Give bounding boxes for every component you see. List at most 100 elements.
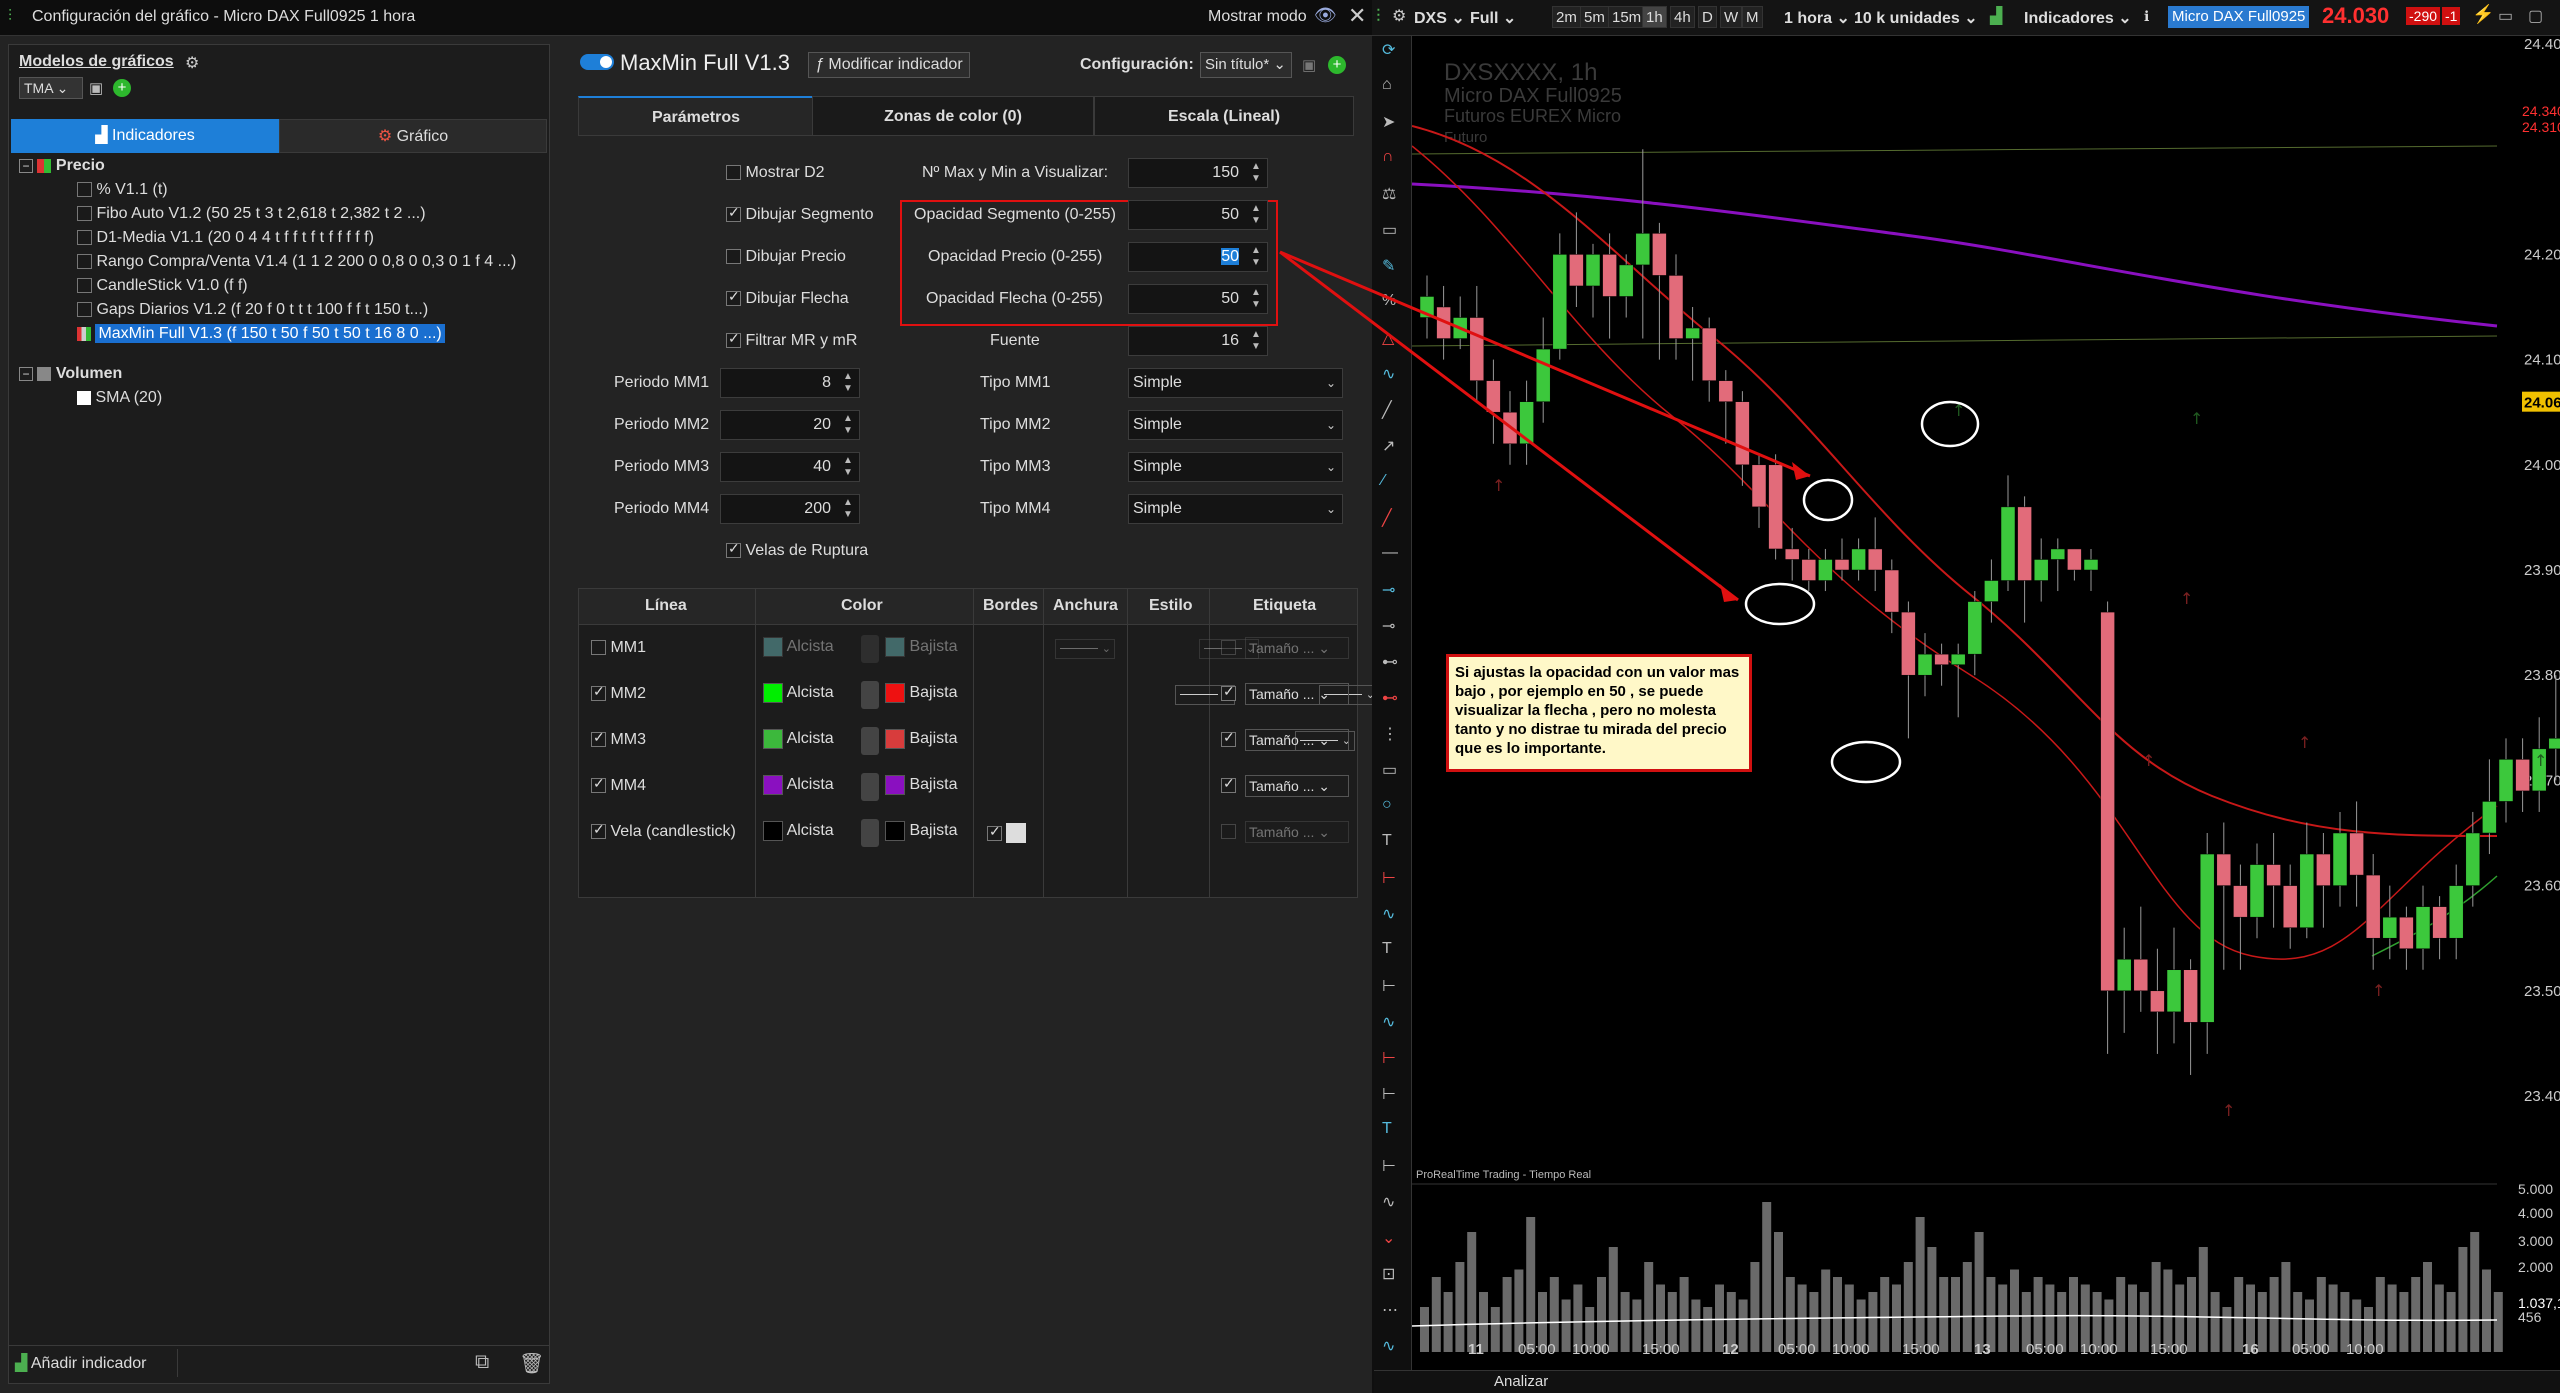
draw-tool-icon[interactable]: ▭ [1382,760,1397,780]
link-icon[interactable] [861,727,879,755]
label-size-select[interactable]: Tamaño ... ⌄ [1245,775,1349,797]
label-checkbox[interactable] [1221,823,1236,841]
color-down[interactable]: Bajista [885,683,957,703]
draw-tool-icon[interactable]: ⊷ [1382,688,1398,708]
show-d2-checkbox[interactable]: Mostrar D2 [726,164,825,182]
draw-tool-icon[interactable]: ⊸ [1382,616,1395,636]
draw-tool-icon[interactable]: — [1382,544,1398,562]
line-row-label[interactable]: MM4 [591,775,646,795]
tree-item-selected[interactable]: MaxMin Full V1.3 (f 150 t 50 f 50 t 50 t… [77,323,445,345]
timeframe-M[interactable]: M [1742,6,1763,28]
draw-tool-icon[interactable]: ⊢ [1382,868,1396,888]
line-row-label[interactable]: MM2 [591,683,646,703]
breakout-candles-checkbox[interactable]: Velas de Ruptura [726,540,868,560]
tab-chart[interactable]: ⚙ Gráfico [279,119,547,153]
binoculars-icon[interactable]: 👁 [1314,5,1337,26]
draw-arrow-checkbox[interactable]: Dibujar Flecha [726,288,849,308]
tree-item[interactable]: CandleStick V1.0 (f f) [77,275,248,297]
tree-node-price[interactable]: − Precio [19,155,105,177]
draw-tool-icon[interactable]: ⊢ [1382,1048,1396,1068]
color-down[interactable]: Bajista [885,821,957,841]
draw-tool-icon[interactable]: ⋯ [1382,1300,1398,1320]
settings-icon[interactable]: ⚙ [1392,6,1406,26]
color-down[interactable]: Bajista [885,775,957,795]
draw-tool-icon[interactable]: ⋮ [1382,724,1398,744]
draw-tool-icon[interactable]: ⟳ [1382,40,1395,60]
line-row-label[interactable]: Vela (candlestick) [591,821,736,841]
tmm4-select[interactable]: Simple ⌄ [1128,494,1343,524]
opacity-arrow-stepper[interactable]: 50 ▲ ▼ [1128,284,1268,314]
wrench-icon[interactable]: ⚙ [185,53,199,73]
draw-tool-icon[interactable]: T [1382,1120,1392,1138]
border-checkbox[interactable] [987,823,1027,843]
link-icon[interactable] [861,773,879,801]
minimize-icon[interactable]: ▭ [2498,6,2513,26]
draw-tool-icon[interactable]: ⊢ [1382,976,1396,996]
mode-select[interactable]: Full ⌄ [1470,8,1516,28]
info-icon[interactable]: ℹ [2144,8,2149,25]
period-select[interactable]: 1 hora ⌄ [1784,8,1850,28]
draw-tool-icon[interactable]: ∿ [1382,1336,1395,1356]
timeframe-4h[interactable]: 4h [1670,6,1695,28]
mm3-stepper[interactable]: 40 ▲ ▼ [720,452,860,482]
tmm3-select[interactable]: Simple ⌄ [1128,452,1343,482]
link-icon[interactable] [861,681,879,709]
draw-tool-icon[interactable]: ▭ [1382,220,1397,240]
draw-segment-checkbox[interactable]: Dibujar Segmento [726,204,874,224]
font-stepper[interactable]: 16 ▲ ▼ [1128,326,1268,356]
tree-item[interactable]: Rango Compra/Venta V1.4 (1 1 2 200 0 0,8… [77,251,516,273]
lightning-icon[interactable]: ⚡ [2472,4,2494,25]
show-mode-label[interactable]: Mostrar modo [1208,8,1307,26]
line-row-label[interactable]: MM3 [591,729,646,749]
mm1-stepper[interactable]: 8 ▲ ▼ [720,368,860,398]
draw-tool-icon[interactable]: ∿ [1382,904,1395,924]
draw-tool-icon[interactable]: ⊷ [1382,652,1398,672]
draw-tool-icon[interactable]: ⊸ [1382,580,1395,600]
label-size-select[interactable]: Tamaño ... ⌄ [1245,821,1349,843]
draw-tool-icon[interactable]: ○ [1382,796,1392,814]
units-select[interactable]: 10 k unidades ⌄ [1854,8,1978,28]
draw-tool-icon[interactable]: ∿ [1382,364,1395,384]
draw-tool-icon[interactable]: ⚖ [1382,184,1396,204]
tree-item[interactable]: % V1.1 (t) [77,179,168,201]
indicators-button[interactable]: Indicadores ⌄ [2024,8,2132,28]
draw-tool-icon[interactable]: ➤ [1382,112,1395,132]
trash-icon[interactable]: 🗑 [519,1351,544,1376]
color-down[interactable]: Bajista [885,729,957,749]
tmm2-select[interactable]: Simple ⌄ [1128,410,1343,440]
label-size-select[interactable]: Tamaño ... ⌄ [1245,637,1349,659]
link-icon[interactable] [861,819,879,847]
draw-tool-icon[interactable]: ∿ [1382,1012,1395,1032]
draw-tool-icon[interactable]: ╱ [1382,508,1392,528]
models-select[interactable]: TMA ⌄ [19,77,83,99]
draw-tool-icon[interactable]: ∩ [1382,148,1394,166]
timeframe-W[interactable]: W [1720,6,1743,28]
save-config-icon[interactable]: ▣ [1302,56,1316,74]
width-select[interactable]: ⌄ [1055,639,1115,659]
timeframe-5m[interactable]: 5m [1580,6,1609,28]
mm4-stepper[interactable]: 200 ▲ ▼ [720,494,860,524]
opacity-price-stepper[interactable]: 50 ▲ ▼ [1128,242,1268,272]
label-checkbox[interactable] [1221,775,1236,795]
tree-item[interactable]: Fibo Auto V1.2 (50 25 t 3 t 2,618 t 2,38… [77,203,426,225]
mm2-stepper[interactable]: 20 ▲ ▼ [720,410,860,440]
label-size-select[interactable]: Tamaño ... ⌄ [1245,683,1349,705]
draw-tool-icon[interactable]: ╱ [1382,400,1392,420]
timeframe-15m[interactable]: 15m [1608,6,1646,28]
tab-parameters[interactable]: Parámetros [578,96,814,136]
draw-price-checkbox[interactable]: Dibujar Precio [726,248,846,266]
opacity-segment-stepper[interactable]: 50 ▲ ▼ [1128,200,1268,230]
label-size-select[interactable]: Tamaño ... ⌄ [1245,729,1349,751]
draw-tool-icon[interactable]: ∿ [1382,1192,1395,1212]
symbol-select[interactable]: DXS ⌄ [1414,8,1465,28]
draw-tool-icon[interactable]: ⊡ [1382,1264,1395,1284]
label-checkbox[interactable] [1221,729,1236,749]
draw-tool-icon[interactable]: ⌄ [1382,1228,1395,1248]
draw-tool-icon[interactable]: ∕ [1382,472,1385,490]
label-checkbox[interactable] [1221,639,1236,657]
draw-tool-icon[interactable]: % [1382,292,1396,310]
color-up[interactable]: Alcista [763,683,834,703]
link-icon[interactable] [861,635,879,663]
tree-item[interactable]: SMA (20) [77,387,162,409]
add-indicator-button[interactable]: ▟ Añadir indicador [15,1353,147,1373]
